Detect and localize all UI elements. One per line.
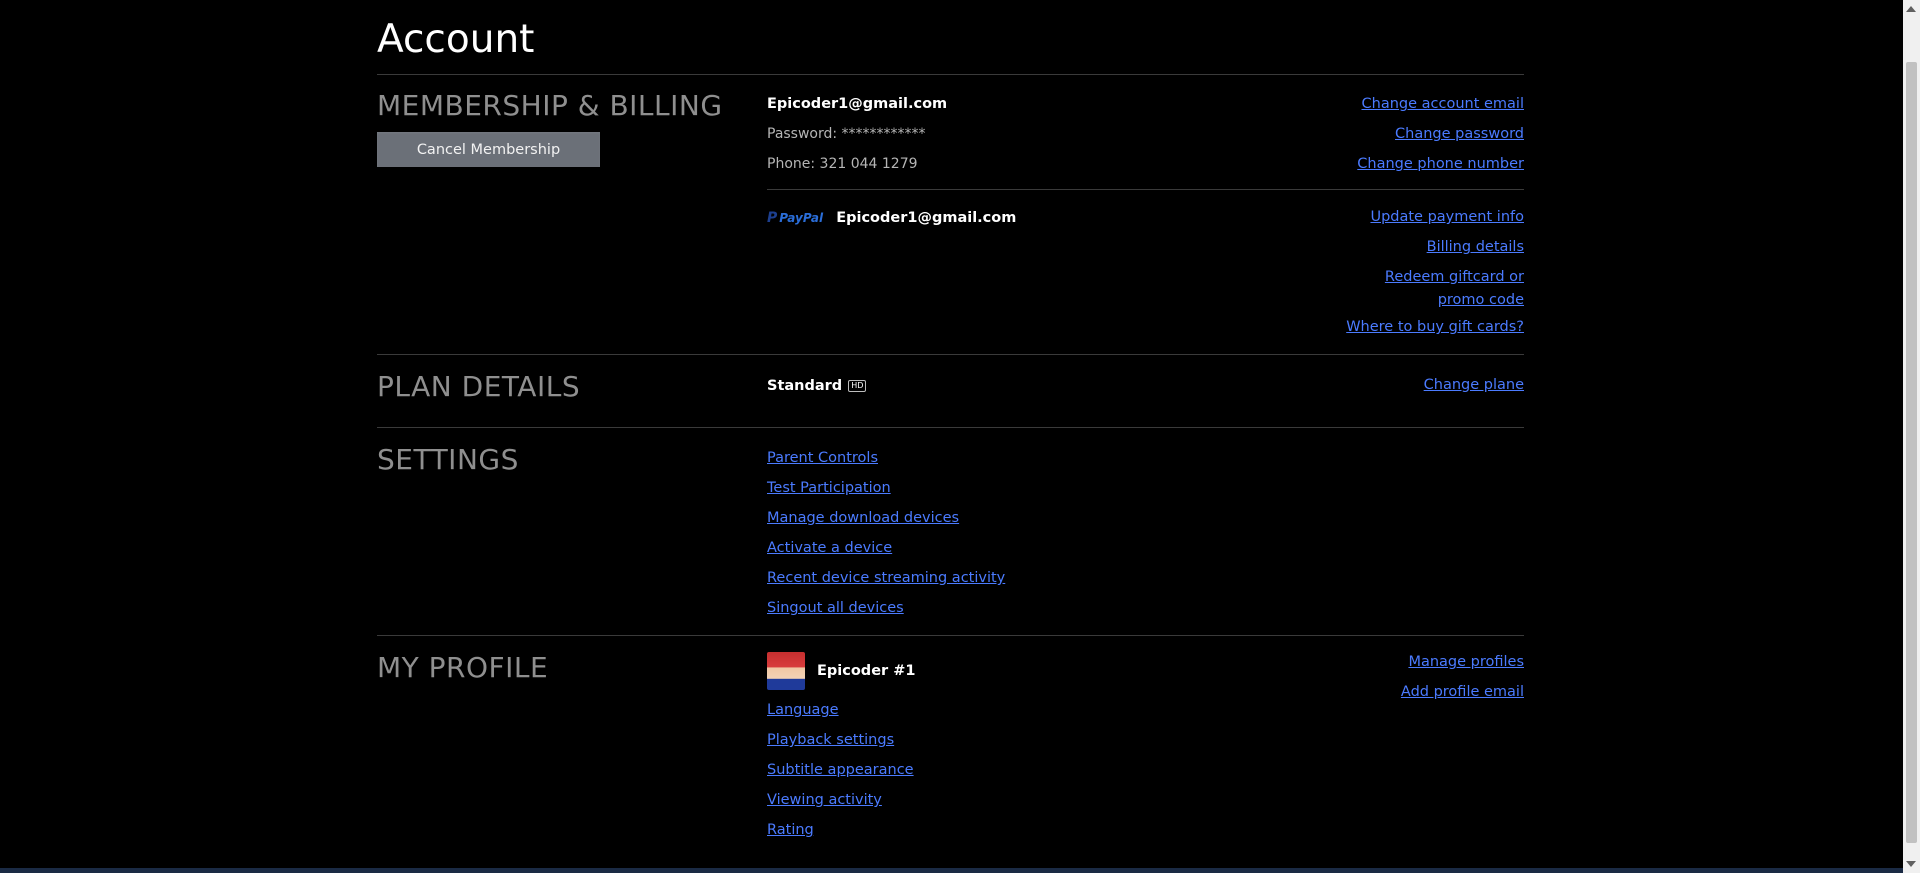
page-title: Account (377, 17, 535, 62)
parent-controls-link[interactable]: Parent Controls (767, 443, 1005, 473)
payment-block: P PayPal Epicoder1@gmail.com Update payme… (767, 190, 1524, 354)
scroll-up-arrow-icon[interactable] (1906, 6, 1916, 12)
account-page: Account MEMBERSHIP & BILLING Cancel Memb… (377, 0, 1524, 845)
paypal-email: Epicoder1@gmail.com (836, 210, 1017, 226)
profile-heading: MY PROFILE (377, 651, 549, 684)
account-info-block: Epicoder1@gmail.com Password: **********… (767, 89, 1524, 179)
plan-body: Standard HD Change plane (767, 370, 1524, 427)
hd-badge: HD (848, 379, 867, 392)
password-mask: Password: ************ (767, 126, 926, 142)
settings-heading: SETTINGS (377, 443, 519, 476)
plan-name: Standard (767, 378, 843, 394)
plan-name-row: Standard HD (767, 370, 867, 400)
profile-section: MY PROFILE Epicoder #1 Language Playback… (377, 636, 1524, 845)
change-email-link[interactable]: Change account email (1362, 89, 1525, 119)
where-buy-giftcards-link[interactable]: Where to buy gift cards? (1346, 312, 1524, 342)
profile-row: Epicoder #1 (767, 651, 915, 691)
language-link[interactable]: Language (767, 695, 915, 725)
manage-download-devices-link[interactable]: Manage download devices (767, 503, 1005, 533)
billing-details-link[interactable]: Billing details (1427, 232, 1524, 262)
profile-name: Epicoder #1 (817, 663, 916, 679)
change-phone-link[interactable]: Change phone number (1357, 149, 1524, 179)
settings-links: Parent Controls Test Participation Manag… (767, 443, 1005, 623)
paypal-row: P PayPal Epicoder1@gmail.com (767, 202, 1016, 232)
change-password-link[interactable]: Change password (1395, 119, 1524, 149)
signout-all-devices-link[interactable]: Singout all devices (767, 593, 1005, 623)
membership-section: MEMBERSHIP & BILLING Cancel Membership E… (377, 75, 1524, 354)
phone-number: Phone: 321 044 1279 (767, 156, 918, 172)
scroll-down-arrow-icon[interactable] (1906, 861, 1916, 867)
add-profile-email-link[interactable]: Add profile email (1401, 677, 1524, 707)
cancel-membership-button[interactable]: Cancel Membership (377, 132, 600, 167)
plan-heading: PLAN DETAILS (377, 370, 581, 403)
membership-heading: MEMBERSHIP & BILLING (377, 89, 723, 122)
membership-body: Epicoder1@gmail.com Password: **********… (767, 89, 1524, 354)
test-participation-link[interactable]: Test Participation (767, 473, 1005, 503)
profile-avatar[interactable] (767, 652, 805, 690)
taskbar-strip (0, 868, 1903, 873)
update-payment-link[interactable]: Update payment info (1370, 202, 1524, 232)
vertical-scrollbar[interactable] (1903, 0, 1920, 873)
change-plan-link[interactable]: Change plane (1424, 370, 1524, 400)
viewing-activity-link[interactable]: Viewing activity (767, 785, 915, 815)
settings-section: SETTINGS Parent Controls Test Participat… (377, 428, 1524, 635)
recent-streaming-activity-link[interactable]: Recent device streaming activity (767, 563, 1005, 593)
account-email: Epicoder1@gmail.com (767, 96, 948, 112)
playback-settings-link[interactable]: Playback settings (767, 725, 915, 755)
rating-link[interactable]: Rating (767, 815, 915, 845)
plan-section: PLAN DETAILS Standard HD Change plane (377, 355, 1524, 427)
scroll-thumb[interactable] (1906, 62, 1917, 843)
paypal-logo: P PayPal (767, 210, 824, 226)
redeem-giftcard-link[interactable]: Redeem giftcard or promo code (1334, 262, 1524, 312)
subtitle-appearance-link[interactable]: Subtitle appearance (767, 755, 915, 785)
membership-column: MEMBERSHIP & BILLING Cancel Membership (377, 89, 767, 354)
profile-body: Epicoder #1 Language Playback settings S… (767, 651, 1524, 845)
manage-profiles-link[interactable]: Manage profiles (1408, 647, 1524, 677)
activate-device-link[interactable]: Activate a device (767, 533, 1005, 563)
